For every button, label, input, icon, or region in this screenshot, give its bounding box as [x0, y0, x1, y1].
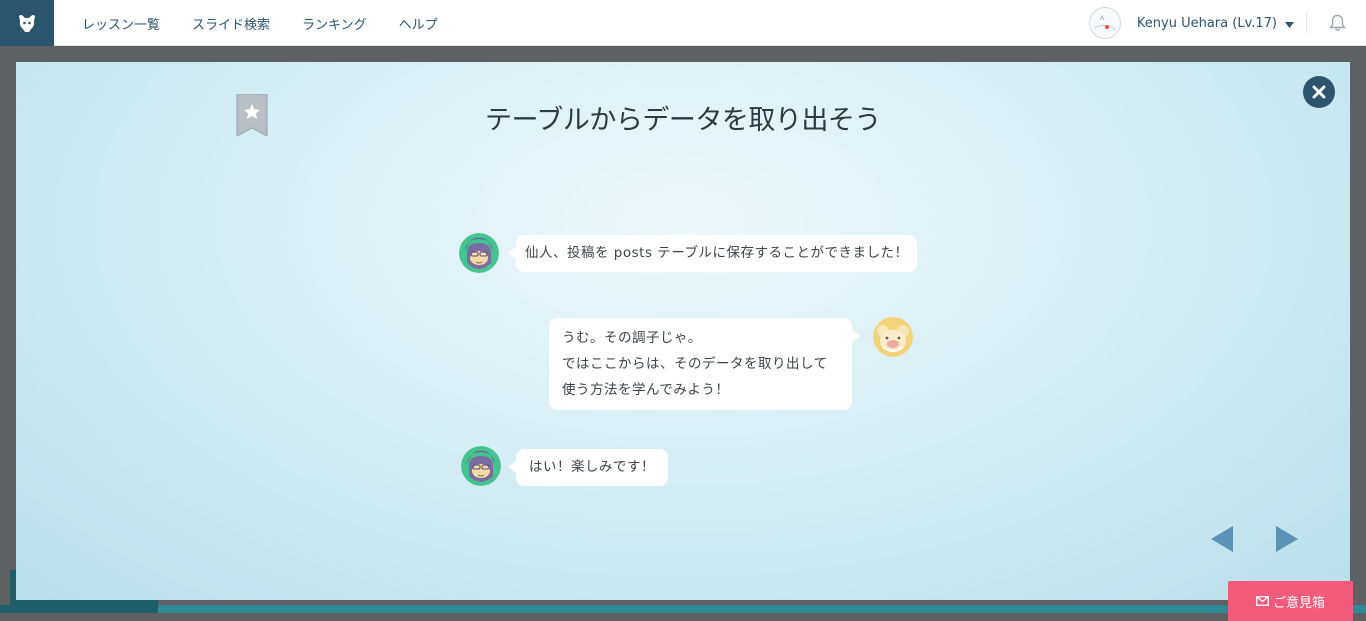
user-name: Kenyu Uehara (Lv.17) — [1136, 15, 1277, 31]
caret-down-icon[interactable] — [1285, 22, 1294, 28]
progress-bar — [0, 605, 1366, 613]
student-avatar — [459, 233, 499, 273]
logo-icon[interactable] — [0, 0, 54, 46]
nav-lessons[interactable]: レッスン一覧 — [66, 14, 176, 33]
message-line: ではここからは、そのデータを取り出して — [562, 356, 828, 372]
top-header: レッスン一覧 スライド検索 ランキング ヘルプ Kenyu Uehara (Lv… — [0, 0, 1366, 46]
slide-title: テーブルからデータを取り出そう — [485, 105, 881, 136]
message-bubble: うむ。その調子じゃ。 ではここからは、そのデータを取り出して 使う方法を学んでみ… — [549, 318, 860, 410]
mail-icon — [1256, 596, 1269, 606]
user-avatar — [1088, 7, 1121, 39]
user-menu[interactable]: Kenyu Uehara (Lv.17) — [1088, 6, 1294, 40]
header-divider — [1306, 13, 1307, 33]
feedback-label: ご意見箱 — [1272, 595, 1325, 611]
nav-slide-search[interactable]: スライド検索 — [176, 14, 286, 33]
message-line: 仙人、投稿を posts テーブルに保存することができました！ — [525, 245, 909, 261]
nav-help[interactable]: ヘルプ — [383, 14, 454, 33]
bell-icon[interactable] — [1329, 14, 1346, 32]
message-line: 使う方法を学んでみよう！ — [562, 382, 730, 398]
student-avatar — [461, 446, 501, 486]
next-arrow-icon[interactable] — [1276, 526, 1298, 552]
main-nav: レッスン一覧 スライド検索 ランキング ヘルプ — [66, 0, 454, 46]
progress-bar-fill — [0, 605, 158, 613]
feedback-button[interactable]: ご意見箱 — [1228, 581, 1353, 621]
nav-ranking[interactable]: ランキング — [286, 14, 383, 33]
message-line: うむ。その調子じゃ。 — [562, 330, 702, 346]
sensei-avatar — [873, 317, 913, 357]
message-bubble: 仙人、投稿を posts テーブルに保存することができました！ — [507, 235, 918, 272]
close-icon — [1312, 85, 1326, 99]
slide-modal: テーブルからデータを取り出そう 仙人、投稿を posts テーブルに保存すること… — [16, 62, 1350, 600]
message-bubble: はい！楽しみです！ — [508, 449, 668, 486]
message-line: はい！楽しみです！ — [529, 459, 655, 475]
close-button[interactable] — [1303, 76, 1335, 108]
prev-arrow-icon[interactable] — [1211, 526, 1233, 552]
